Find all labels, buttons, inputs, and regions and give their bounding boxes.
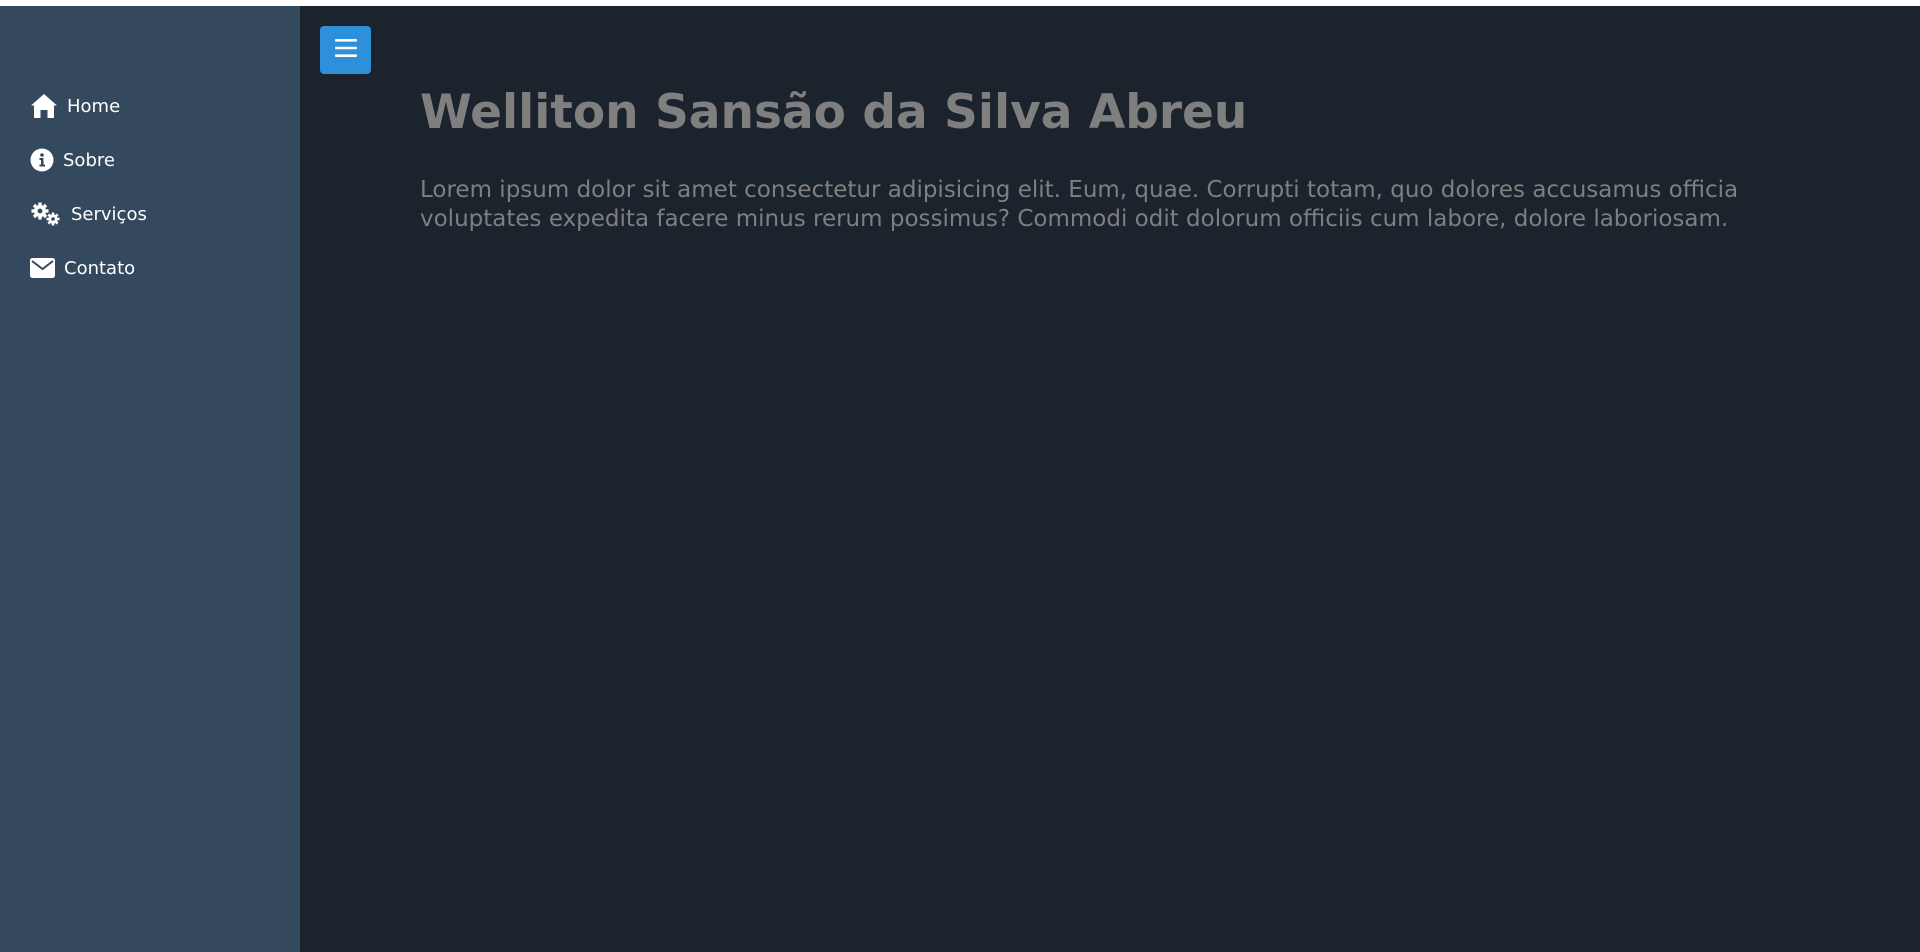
sidebar: Home Sobre Serviços Contato (0, 6, 300, 952)
sidebar-item-label: Serviços (71, 203, 147, 225)
home-icon (30, 93, 58, 119)
page-title: Welliton Sansão da Silva Abreu (420, 85, 1248, 140)
sidebar-item-label: Sobre (63, 149, 115, 171)
gears-icon (30, 201, 62, 227)
app-shell: Home Sobre Serviços Contato Welliton San… (0, 6, 1920, 952)
main-content: Welliton Sansão da Silva Abreu Lorem ips… (300, 6, 1920, 952)
sidebar-item-sobre[interactable]: Sobre (0, 133, 300, 187)
sidebar-item-servicos[interactable]: Serviços (0, 187, 300, 241)
menu-toggle-button[interactable] (320, 26, 371, 74)
sidebar-item-home[interactable]: Home (0, 79, 300, 133)
sidebar-item-contato[interactable]: Contato (0, 241, 300, 295)
hamburger-menu-icon (334, 39, 357, 61)
info-circle-icon (30, 148, 54, 172)
sidebar-item-label: Contato (64, 257, 136, 279)
content-area: Welliton Sansão da Silva Abreu Lorem ips… (420, 84, 1820, 234)
envelope-icon (30, 258, 55, 278)
intro-paragraph: Lorem ipsum dolor sit amet consectetur a… (420, 177, 1739, 232)
sidebar-item-label: Home (67, 95, 121, 117)
sidebar-nav: Home Sobre Serviços Contato (0, 79, 300, 295)
